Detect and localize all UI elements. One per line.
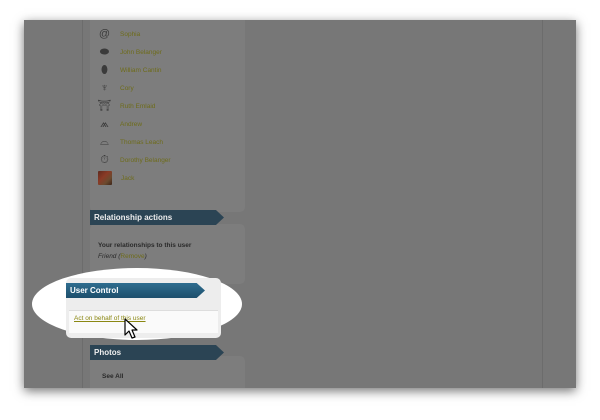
friend-name[interactable]: Dorothy Belanger — [120, 157, 171, 164]
stopwatch-icon: ⏱ — [100, 153, 109, 166]
friend-name[interactable]: William Cantin — [120, 67, 162, 74]
friend-name[interactable]: Sophia — [120, 31, 140, 38]
avatar[interactable] — [98, 171, 112, 185]
friend-item[interactable]: ⩕ Andrew — [98, 116, 142, 132]
mouse-pointer-icon — [124, 318, 138, 339]
friend-name[interactable]: John Belanger — [120, 49, 162, 56]
photos-card — [90, 356, 245, 388]
friend-item[interactable]: ⌓ Thomas Leach — [98, 134, 163, 150]
photos-heading: Photos — [90, 345, 224, 360]
friend-name[interactable]: Jack — [121, 175, 134, 182]
football-icon: ⬮ — [101, 63, 108, 76]
friend-item[interactable]: @ Sophia — [98, 26, 140, 42]
trophy-icon: ♆ — [100, 81, 109, 94]
friend-name[interactable]: Cory — [120, 85, 134, 92]
user-control-heading: User Control — [66, 283, 205, 298]
crane-icon: ⛩ — [97, 99, 112, 112]
campfire-icon: ⩕ — [100, 117, 109, 130]
relationships-subheading: Your relationships to this user — [98, 242, 192, 249]
disc-icon: ⬬ — [99, 45, 110, 58]
friend-item[interactable]: ⏱ Dorothy Belanger — [98, 152, 171, 168]
friend-item[interactable]: ⬮ William Cantin — [98, 62, 162, 78]
relationship-status-label: Friend — [98, 253, 117, 260]
friend-item[interactable]: ⛩ Ruth Emlaid — [97, 98, 156, 114]
friend-item[interactable]: ⬬ John Belanger — [98, 44, 162, 60]
friend-name[interactable]: Thomas Leach — [120, 139, 163, 146]
hat-icon: ⌓ — [100, 135, 109, 148]
relationship-status: Friend (Remove) — [98, 253, 147, 260]
friend-item[interactable]: Jack — [98, 170, 134, 186]
friends-card: @ Sophia ⬬ John Belanger ⬮ William Canti… — [90, 20, 245, 212]
friend-name[interactable]: Ruth Emlaid — [120, 103, 155, 110]
see-all-link[interactable]: See All — [102, 373, 123, 380]
relationship-actions-heading: Relationship actions — [90, 210, 224, 225]
friend-item[interactable]: ♆ Cory — [98, 80, 134, 96]
page-border-right — [542, 20, 543, 388]
remove-relationship-link[interactable]: Remove — [120, 253, 144, 260]
spiral-icon: @ — [98, 27, 111, 40]
friend-name[interactable]: Andrew — [120, 121, 142, 128]
